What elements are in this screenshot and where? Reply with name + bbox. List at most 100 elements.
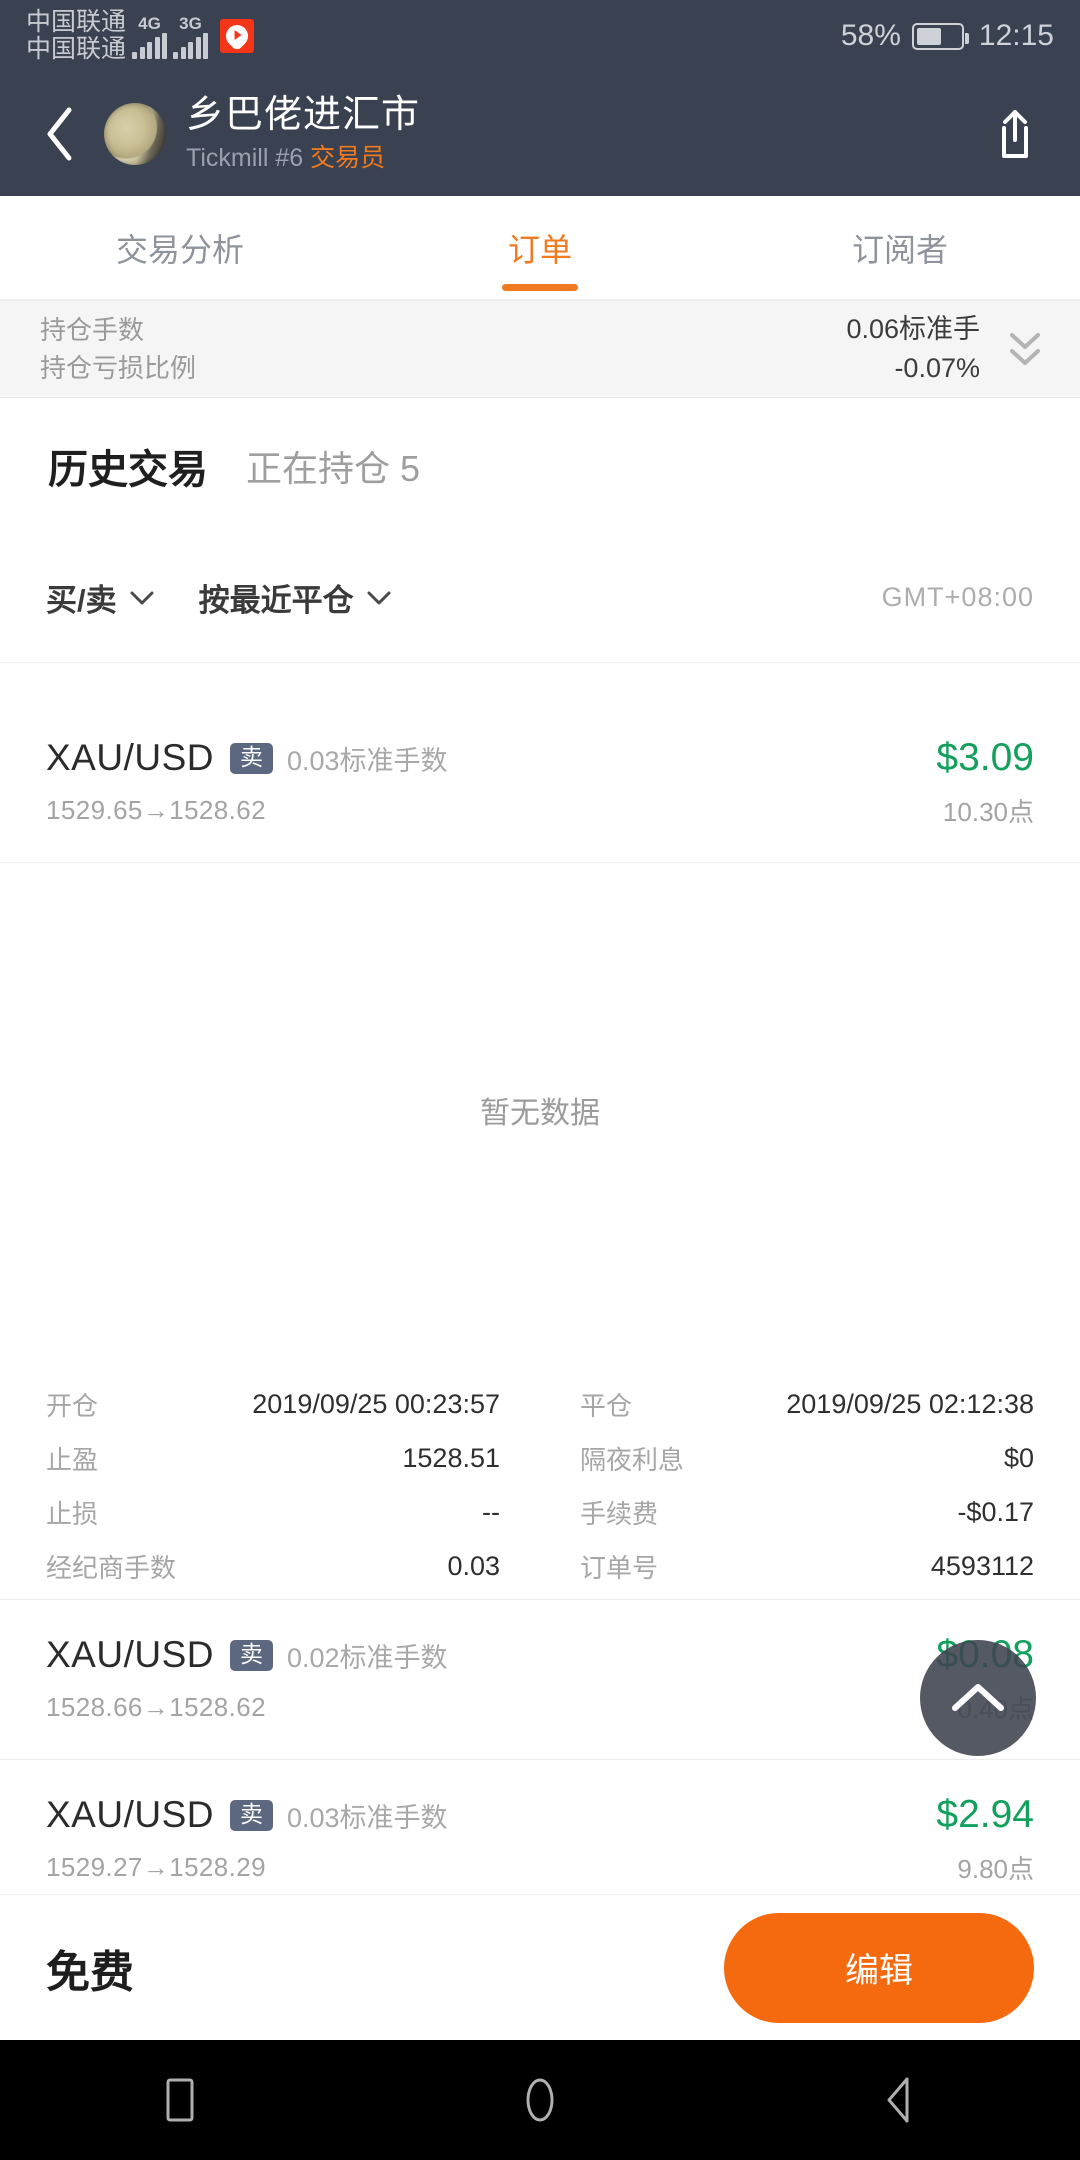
position-summary-bar[interactable]: 持仓手数 持仓亏损比例 0.06标准手 -0.07% <box>0 301 1080 398</box>
broker-account-line: Tickmill #6 交易员 <box>186 142 420 175</box>
holding-loss-ratio-label: 持仓亏损比例 <box>40 353 197 383</box>
detail-value: -- <box>482 1496 500 1527</box>
detail-value: 4593112 <box>930 1550 1034 1581</box>
status-bar-right: 58% 12:15 <box>841 19 1054 53</box>
tab-underline <box>502 284 578 291</box>
table-row[interactable]: XAU/USD 卖 0.03标准手数 $3.09 1529.65→1528.62… <box>0 703 1080 863</box>
filter-row: 买/卖 按最近平仓 GMT+08:00 <box>0 533 1080 663</box>
holding-lots-value: 0.06标准手 <box>846 314 980 344</box>
subtab-history-trades[interactable]: 历史交易 <box>48 437 208 495</box>
summary-values: 0.06标准手 -0.07% <box>846 316 980 382</box>
nav-home-button[interactable] <box>480 2040 600 2160</box>
order-subtabs: 历史交易 正在持仓 5 <box>0 398 1080 533</box>
signal-bars-icon-sim2 <box>173 33 209 59</box>
tab-trade-analysis[interactable]: 交易分析 <box>0 196 360 299</box>
trade-open-price: 1529.65 <box>46 795 143 825</box>
trade-open-price: 1528.66 <box>46 1692 143 1722</box>
nav-back-button[interactable] <box>840 2040 960 2160</box>
trade-lots: 0.03标准手数 <box>286 745 448 776</box>
signal-group-sim2: 3G <box>173 13 209 59</box>
trade-symbol: XAU/USD <box>46 737 214 778</box>
share-icon <box>1002 110 1028 158</box>
filter-sort-label: 按最近平仓 <box>198 583 354 618</box>
chevron-down-icon <box>129 589 155 607</box>
trade-row-bottom: 1529.65→1528.62 10.30点 <box>46 792 1034 829</box>
triangle-back-icon <box>887 2077 909 2123</box>
summary-labels: 持仓手数 持仓亏损比例 <box>40 317 196 381</box>
trade-open-price: 1529.27 <box>46 1852 143 1882</box>
holding-lots-label: 持仓手数 <box>40 315 145 345</box>
trade-close-price: 1528.29 <box>169 1852 266 1882</box>
trade-profit: $2.94 <box>936 1793 1034 1836</box>
page-title: 乡巴佬进汇市 <box>186 94 421 137</box>
filter-sort-by-close[interactable]: 按最近平仓 <box>199 575 392 620</box>
timezone-label: GMT+08:00 <box>881 582 1034 612</box>
role-badge: 交易员 <box>310 144 386 173</box>
subtab-open-positions[interactable]: 正在持仓 5 <box>246 440 420 492</box>
detail-take-profit: 止盈 1528.51 <box>46 1431 540 1485</box>
header-text-block: 乡巴佬进汇市 Tickmill #6 交易员 <box>186 93 420 174</box>
network-type-3g-label: 3G <box>179 14 202 33</box>
filter-buy-sell[interactable]: 买/卖 <box>46 575 155 620</box>
signal-group-sim1: 4G <box>132 13 168 59</box>
trade-side-badge: 卖 <box>229 1799 273 1831</box>
battery-icon <box>911 22 969 50</box>
trade-symbol: XAU/USD <box>46 1634 214 1675</box>
trade-side-badge: 卖 <box>229 742 273 774</box>
trade-row-bottom: 1528.66→1528.62 0.40点 <box>46 1689 1034 1726</box>
app-header: 乡巴佬进汇市 Tickmill #6 交易员 <box>0 72 1080 196</box>
edit-button[interactable]: 编辑 <box>724 1912 1034 2023</box>
trade-profit: $3.09 <box>936 736 1034 779</box>
main-tabs: 交易分析 订单 订阅者 <box>0 196 1080 301</box>
square-icon <box>166 2078 194 2122</box>
detail-value: 2019/09/25 00:23:57 <box>252 1388 500 1419</box>
arrow-right-icon: → <box>142 1852 170 1882</box>
trade-lots: 0.02标准手数 <box>286 1642 448 1673</box>
detail-commission: 手续费 -$0.17 <box>540 1485 1034 1539</box>
tab-label: 交易分析 <box>115 231 244 268</box>
tab-orders[interactable]: 订单 <box>360 196 720 299</box>
android-navigation-bar <box>0 2040 1080 2160</box>
detail-order-id: 订单号 4593112 <box>540 1539 1034 1593</box>
trade-side-badge: 卖 <box>229 1639 273 1671</box>
detail-value: 1528.51 <box>402 1442 500 1473</box>
chevron-down-icon <box>366 589 392 607</box>
arrow-right-icon: → <box>142 1692 170 1722</box>
tab-label: 订阅者 <box>851 231 948 268</box>
chevron-left-icon <box>47 107 72 161</box>
empty-state-label: 暂无数据 <box>480 1097 600 1130</box>
network-type-4g-label: 4G <box>138 14 161 33</box>
carrier-name-sim2: 中国联通 <box>26 35 127 63</box>
trade-prices: 1528.66→1528.62 <box>46 1692 266 1723</box>
broker-account-label: Tickmill #6 <box>186 144 304 173</box>
detail-key: 手续费 <box>580 1498 659 1529</box>
signal-bars-icon-sim1 <box>132 33 168 59</box>
table-row[interactable]: XAU/USD 卖 0.02标准手数 $0.08 1528.66→1528.62… <box>0 1600 1080 1760</box>
trade-prices: 1529.65→1528.62 <box>46 795 266 826</box>
detail-key: 经纪商手数 <box>46 1552 177 1583</box>
expand-summary-button[interactable] <box>1004 325 1046 373</box>
trade-row-top: XAU/USD 卖 0.02标准手数 $0.08 <box>46 1633 1034 1677</box>
detail-key: 止损 <box>46 1498 99 1529</box>
share-button[interactable] <box>980 99 1050 169</box>
chevron-up-icon <box>952 1684 1004 1711</box>
bottom-action-bar: 免费 编辑 <box>0 1894 1080 2040</box>
back-button[interactable] <box>30 99 90 169</box>
avatar[interactable] <box>104 103 166 165</box>
trade-row-top: XAU/USD 卖 0.03标准手数 $3.09 <box>46 736 1034 780</box>
tab-subscribers[interactable]: 订阅者 <box>720 196 1080 299</box>
phone-screen: 中国联通 中国联通 4G 3G 58% 12:15 乡巴佬进汇市 Tickmil… <box>0 0 1080 2160</box>
arrow-right-icon: → <box>142 795 170 825</box>
detail-swap: 隔夜利息 $0 <box>540 1431 1034 1485</box>
trade-row-top: XAU/USD 卖 0.03标准手数 $2.94 <box>46 1793 1034 1837</box>
trade-row-bottom: 1529.27→1528.29 9.80点 <box>46 1849 1034 1886</box>
nav-recents-button[interactable] <box>120 2040 240 2160</box>
scroll-to-top-button[interactable] <box>920 1640 1036 1756</box>
detail-value: 2019/09/25 02:12:38 <box>786 1388 1034 1419</box>
detail-key: 开仓 <box>46 1390 99 1421</box>
detail-close-time: 平仓 2019/09/25 02:12:38 <box>540 1377 1034 1431</box>
holding-loss-ratio-value: -0.07% <box>894 353 980 383</box>
circle-icon <box>526 2078 554 2122</box>
detail-value: 0.03 <box>447 1550 500 1581</box>
trade-close-price: 1528.62 <box>169 795 266 825</box>
